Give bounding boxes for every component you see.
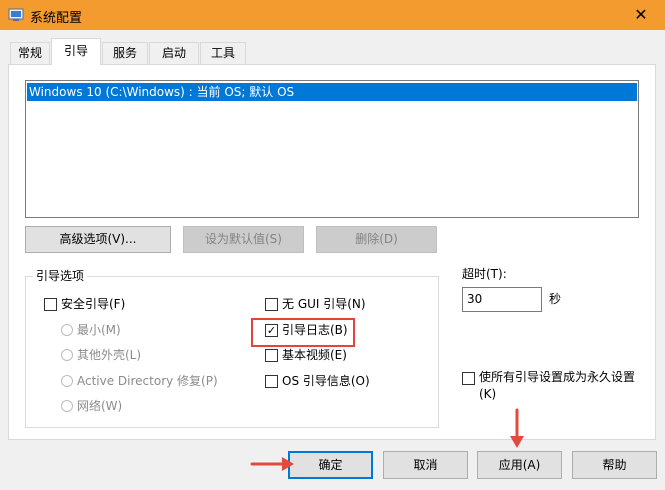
tab-boot[interactable]: 引导 <box>51 38 101 65</box>
safe-boot-label: 安全引导(F) <box>61 297 126 311</box>
tab-general[interactable]: 常规 <box>10 42 50 64</box>
safe-boot-checkbox[interactable] <box>44 298 57 311</box>
title-bar <box>0 0 665 30</box>
close-button[interactable]: ✕ <box>626 4 656 26</box>
tab-services[interactable]: 服务 <box>102 42 148 64</box>
os-list[interactable]: Windows 10 (C:\Windows) : 当前 OS; 默认 OS <box>25 80 639 218</box>
tab-tools[interactable]: 工具 <box>200 42 246 64</box>
window-title: 系统配置 <box>30 11 83 26</box>
no-gui-boot-label: 无 GUI 引导(N) <box>282 297 366 311</box>
os-boot-info-checkbox[interactable] <box>265 375 278 388</box>
help-button[interactable]: 帮助 <box>572 451 657 479</box>
set-default-button[interactable]: 设为默认值(S) <box>183 226 304 253</box>
ad-repair-radio[interactable] <box>61 375 73 387</box>
os-list-item[interactable]: Windows 10 (C:\Windows) : 当前 OS; 默认 OS <box>27 83 637 101</box>
no-gui-boot-checkbox[interactable] <box>265 298 278 311</box>
apply-button[interactable]: 应用(A) <box>477 451 562 479</box>
minimal-label: 最小(M) <box>77 323 121 337</box>
delete-button[interactable]: 删除(D) <box>316 226 437 253</box>
system-config-icon <box>8 8 24 21</box>
make-permanent-checkbox[interactable] <box>462 372 475 385</box>
cancel-button[interactable]: 取消 <box>383 451 468 479</box>
timeout-unit: 秒 <box>549 292 562 306</box>
network-label: 网络(W) <box>77 399 123 413</box>
arrow-down-icon <box>510 408 524 448</box>
boot-options-label: 引导选项 <box>33 267 88 284</box>
boot-log-highlight-box <box>251 318 355 347</box>
make-permanent-label: 使所有引导设置成为永久设置 <box>479 370 636 384</box>
base-video-label: 基本视频(E) <box>282 348 347 362</box>
arrow-right-icon <box>250 457 294 471</box>
timeout-input[interactable]: 30 <box>462 287 542 312</box>
minimal-radio[interactable] <box>61 324 73 336</box>
timeout-label: 超时(T): <box>462 267 507 281</box>
tab-startup[interactable]: 启动 <box>149 42 199 64</box>
alternate-shell-label: 其他外壳(L) <box>77 348 142 362</box>
ad-repair-label: Active Directory 修复(P) <box>77 374 218 388</box>
alternate-shell-radio[interactable] <box>61 349 73 361</box>
base-video-checkbox[interactable] <box>265 349 278 362</box>
os-boot-info-label: OS 引导信息(O) <box>282 374 370 388</box>
network-radio[interactable] <box>61 400 73 412</box>
advanced-options-button[interactable]: 高级选项(V)... <box>25 226 171 253</box>
make-permanent-label-key: (K) <box>479 387 497 401</box>
ok-button[interactable]: 确定 <box>288 451 373 479</box>
